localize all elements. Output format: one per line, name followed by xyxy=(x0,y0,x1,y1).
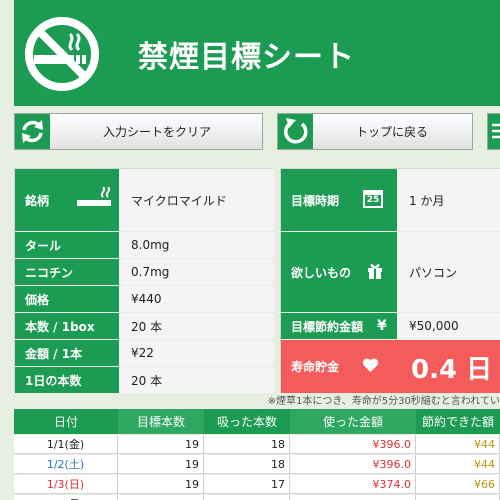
cell-saved: ¥44 xyxy=(416,455,500,474)
clear-input-sheet-button[interactable]: 入力シートをクリア xyxy=(14,113,263,150)
per-box-label: 本数 / 1box xyxy=(15,313,119,339)
goal-period-value[interactable]: 1 か月 xyxy=(397,169,500,231)
heart-icon xyxy=(362,358,379,372)
cell-spent: ¥374.0 xyxy=(290,495,416,500)
yen-icon: ¥ xyxy=(377,318,387,334)
cell-smoked[interactable]: 17 xyxy=(204,475,290,494)
next-toolbar-button[interactable] xyxy=(487,113,500,150)
cell-date: 1/2(土) xyxy=(14,455,118,474)
header-banner: 禁煙目標シート xyxy=(14,0,500,106)
wish-item-value[interactable]: パソコン xyxy=(397,232,500,312)
cell-goal: 19 xyxy=(118,475,204,494)
back-to-top-button[interactable]: トップに戻る xyxy=(277,113,473,150)
nicotine-label: ニコチン xyxy=(15,259,119,285)
brand-label: 銘柄 xyxy=(15,169,119,231)
column-header-goal-count: 目標本数 xyxy=(118,409,204,434)
cigarette-info-panel: 銘柄 マイクロマイルド タール 8.0mg ニコチン 0.7mg 価格 ¥440… xyxy=(14,168,274,393)
brand-value[interactable]: マイクロマイルド xyxy=(119,169,274,231)
arrows-icon xyxy=(488,114,500,149)
page-title: 禁煙目標シート xyxy=(138,40,355,75)
price-label: 価格 xyxy=(15,286,119,312)
column-header-spent-amount: 使った金額 xyxy=(290,409,416,434)
cell-goal: 19 xyxy=(118,435,204,454)
daily-count-label: 1日の本数 xyxy=(15,367,119,393)
cell-goal: 19 xyxy=(118,455,204,474)
table-row: 1/3(日) 19 17 ¥374.0 ¥66 xyxy=(14,475,500,494)
tar-value[interactable]: 8.0mg xyxy=(119,232,274,258)
life-savings-label: 寿命貯金 xyxy=(291,360,340,374)
life-savings-value: 0.4 日 xyxy=(411,355,493,385)
per-stick-label: 金額 / 1本 xyxy=(15,340,119,366)
saving-goal-value[interactable]: ¥50,000 xyxy=(397,313,500,339)
table-row: 1/1(金) 19 18 ¥396.0 ¥44 xyxy=(14,435,500,454)
cell-spent: ¥396.0 xyxy=(290,435,416,454)
cell-saved: ¥66 xyxy=(416,475,500,494)
cell-smoked[interactable]: 18 xyxy=(204,435,290,454)
no-smoking-icon xyxy=(25,17,99,91)
cell-date: 1/1(金) xyxy=(14,435,118,454)
saving-goal-label: 目標節約金額 ¥ xyxy=(281,313,397,339)
refresh-icon xyxy=(15,114,50,149)
brand-label-text: 銘柄 xyxy=(25,193,50,208)
clear-input-sheet-label: 入力シートをクリア xyxy=(103,125,212,139)
goal-period-label-text: 目標時期 xyxy=(291,193,340,208)
cell-saved: ¥66 xyxy=(416,495,500,500)
cigarette-lifespan-note: ※煙草1本につき、寿命が5分30秒縮むと言われてい xyxy=(267,396,500,407)
life-savings-box: 寿命貯金 0.4 日 xyxy=(281,340,500,393)
column-header-saved-amount: 節約できた額 xyxy=(416,409,500,434)
cell-date: 1/3(日) xyxy=(14,475,118,494)
calendar-icon: 25 xyxy=(363,190,383,208)
cell-goal: 19 xyxy=(118,495,204,500)
column-header-date: 日付 xyxy=(14,409,118,434)
tar-label: タール xyxy=(15,232,119,258)
per-stick-value: ¥22 xyxy=(119,340,274,366)
back-to-top-label: トップに戻る xyxy=(356,125,429,139)
goal-info-panel: 目標時期 25 1 か月 欲しいもの パソコン 目標節約金額 ¥ ¥50,000… xyxy=(280,168,500,393)
cell-saved: ¥44 xyxy=(416,435,500,454)
price-value[interactable]: ¥440 xyxy=(119,286,274,312)
nicotine-value[interactable]: 0.7mg xyxy=(119,259,274,285)
goal-period-label: 目標時期 25 xyxy=(281,169,397,231)
daily-count-value[interactable]: 20 本 xyxy=(119,367,274,393)
column-header-smoked-count: 吸った本数 xyxy=(204,409,290,434)
gift-icon xyxy=(368,264,382,279)
per-box-value[interactable]: 20 本 xyxy=(119,313,274,339)
table-row: 1/2(土) 19 18 ¥396.0 ¥44 xyxy=(14,455,500,474)
return-icon xyxy=(278,114,313,149)
cell-smoked[interactable]: 18 xyxy=(204,455,290,474)
saving-goal-label-text: 目標節約金額 xyxy=(291,319,364,334)
wish-item-label: 欲しいもの xyxy=(281,232,397,312)
cell-smoked[interactable]: 17 xyxy=(204,495,290,500)
table-row: 1/4(月)1917¥374.0¥66 xyxy=(14,495,500,500)
wish-item-label-text: 欲しいもの xyxy=(291,265,352,280)
cigarette-icon xyxy=(77,187,111,206)
cell-date: 1/4(月) xyxy=(14,495,118,500)
cell-spent: ¥374.0 xyxy=(290,475,416,494)
cell-spent: ¥396.0 xyxy=(290,455,416,474)
